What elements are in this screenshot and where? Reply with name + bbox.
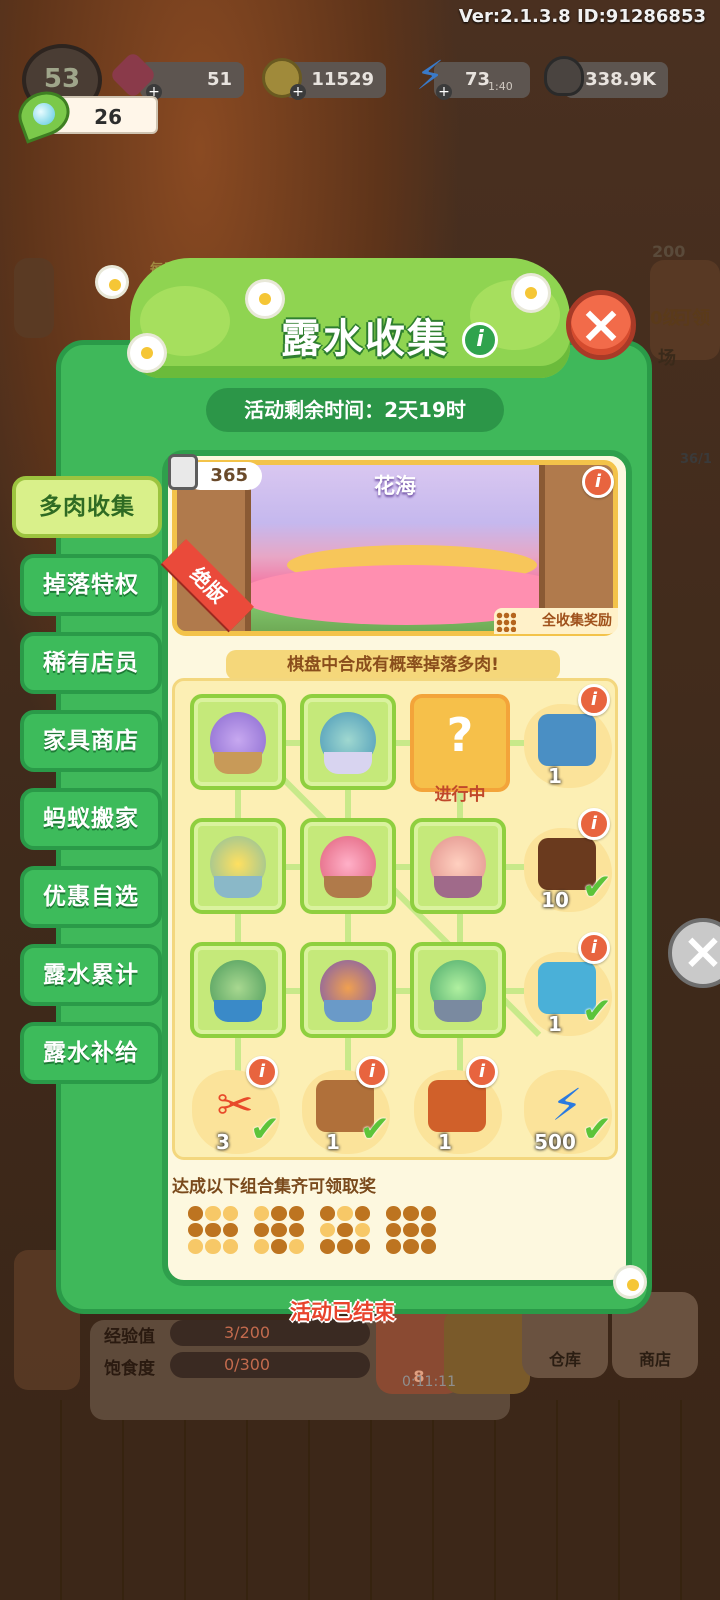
reward-qty: 1 — [438, 1130, 452, 1154]
succulent-cell-green[interactable] — [190, 942, 286, 1038]
floor — [0, 1400, 720, 1600]
reward-qty: 3 — [216, 1130, 230, 1154]
grid-line — [235, 740, 241, 1100]
combo-pattern-2[interactable] — [254, 1206, 304, 1254]
succulent-cell-pink[interactable] — [300, 818, 396, 914]
pot-icon — [324, 1000, 372, 1022]
row3-info-icon[interactable]: i — [578, 932, 610, 964]
tab-succulent-collection[interactable]: 多肉收集 — [12, 476, 162, 538]
chest-icon — [428, 1080, 486, 1132]
row1-info-icon[interactable]: i — [578, 684, 610, 716]
bottom-timer: 0:11:11 — [402, 1374, 456, 1390]
dialog-title: 露水收集 — [281, 316, 449, 362]
locked-cell-in-progress[interactable]: ? 进行中 — [410, 694, 510, 805]
check-icon: ✔ — [581, 1109, 612, 1150]
flower-icon — [130, 336, 164, 370]
video-button[interactable] — [444, 1308, 530, 1394]
question-icon: ? — [446, 708, 474, 762]
food-bar: 0/300 — [170, 1352, 370, 1378]
banner-info-icon[interactable]: i — [582, 466, 614, 498]
banner-title: 花海 — [374, 474, 416, 498]
paint-roller-icon — [168, 454, 198, 490]
reward-qty: 500 — [534, 1130, 576, 1154]
col4-reward[interactable]: ⚡ 500 ✔ — [520, 1062, 616, 1158]
succulent-cell-lavender[interactable] — [190, 694, 286, 790]
combo-title: 达成以下组合集齐可领取奖 — [172, 1177, 376, 1197]
combo-pattern-4[interactable] — [386, 1206, 436, 1254]
pot-icon — [214, 876, 262, 898]
version-id-label: Ver:2.1.3.8 ID:91286853 — [458, 6, 706, 27]
succulent-cell-peach[interactable] — [410, 818, 506, 914]
in-progress-label: 进行中 — [434, 785, 486, 805]
flower-icon — [514, 276, 548, 310]
flower-icon — [98, 268, 126, 296]
combo-pattern-1[interactable] — [188, 1206, 238, 1254]
reward-qty: 1 — [326, 1130, 340, 1154]
energy-timer: 1:40 — [488, 80, 513, 93]
succulent-cell-blue[interactable] — [300, 694, 396, 790]
grid-dots-icon — [496, 612, 516, 632]
col1-info-icon[interactable]: i — [246, 1056, 278, 1088]
field-label: 场 — [658, 348, 676, 369]
exp-label: 经验值 — [104, 1327, 155, 1347]
grid-line — [345, 740, 351, 1100]
row2-info-icon[interactable]: i — [578, 808, 610, 840]
left-shelf — [14, 258, 54, 338]
add-coins-button[interactable]: + — [290, 84, 306, 100]
food-label: 饱食度 — [104, 1359, 155, 1379]
succulent-cell-planter[interactable] — [300, 942, 396, 1038]
reward-qty: 10 — [541, 888, 569, 912]
close-button[interactable]: × — [566, 290, 636, 360]
hint-text: 棋盘中合成有概率掉落多肉! — [226, 650, 560, 680]
event-timer: 活动剩余时间：2天19时 — [206, 388, 504, 432]
succulent-cell-mint[interactable] — [410, 942, 506, 1038]
tab-dew-supply[interactable]: 露水补给 — [20, 1022, 162, 1084]
flower-icon — [616, 1268, 644, 1296]
tab-discount-choice[interactable]: 优惠自选 — [20, 866, 162, 928]
add-energy-button[interactable]: + — [436, 84, 452, 100]
reward-qty: 1 — [548, 764, 562, 788]
col3-info-icon[interactable]: i — [466, 1056, 498, 1088]
tab-furniture-shop[interactable]: 家具商店 — [20, 710, 162, 772]
pot-icon — [214, 752, 262, 774]
tab-drop-privilege[interactable]: 掉落特权 — [20, 554, 162, 616]
event-ended-label: 活动已结束 — [290, 1300, 395, 1324]
pot-icon — [214, 1000, 262, 1022]
sunflower-seed-icon — [544, 56, 584, 96]
reward-qty: 1 — [548, 1012, 562, 1036]
claimable-label: 可领 — [674, 308, 710, 329]
progress-label: 36/1 — [680, 452, 712, 467]
check-icon: ✔ — [249, 1109, 280, 1150]
col2-info-icon[interactable]: i — [356, 1056, 388, 1088]
pot-icon — [434, 1000, 482, 1022]
check-icon: ✔ — [581, 991, 612, 1032]
check-icon: ✔ — [581, 867, 612, 908]
info-icon[interactable]: i — [462, 322, 498, 358]
tab-ant-moving[interactable]: 蚂蚁搬家 — [20, 788, 162, 850]
pot-icon — [324, 876, 372, 898]
close-icon: × — [579, 295, 623, 355]
succulent-cell-yellow-flower[interactable] — [190, 818, 286, 914]
check-icon: ✔ — [359, 1109, 390, 1150]
carrot-count: 200 — [652, 242, 686, 261]
combo-pattern-3[interactable] — [320, 1206, 370, 1254]
treasure-chest-icon — [538, 714, 596, 766]
pot-icon — [324, 752, 372, 774]
tab-rare-staff[interactable]: 稀有店员 — [20, 632, 162, 694]
pot-icon — [434, 876, 482, 898]
tab-dew-accumulate[interactable]: 露水累计 — [20, 944, 162, 1006]
